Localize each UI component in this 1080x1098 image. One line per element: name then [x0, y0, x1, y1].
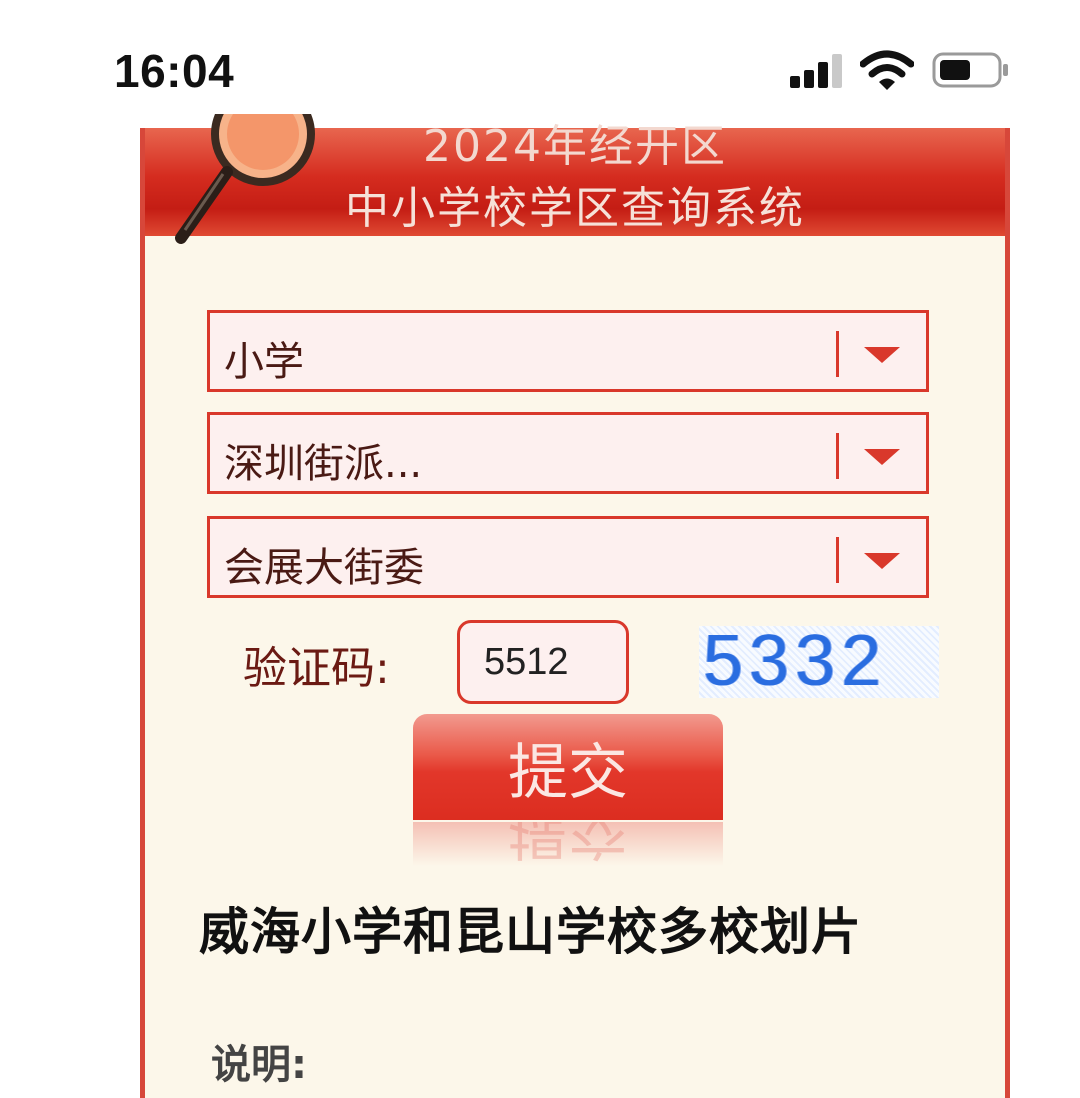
select-divider — [836, 331, 839, 377]
captcha-image-text: 5332 — [703, 621, 888, 701]
submit-button[interactable]: 提交 — [413, 714, 723, 820]
submit-reflection-text: 提交 — [508, 822, 628, 865]
street-select[interactable]: 深圳街派... — [207, 412, 929, 494]
query-card: 2024年经开区 中小学校学区查询系统 小学 深圳街派... 会展大街委 验证码… — [140, 114, 1010, 1098]
note-label: 说明: — [211, 1042, 307, 1088]
street-value: 深圳街派... — [224, 441, 423, 487]
select-divider — [836, 537, 839, 583]
captcha-input[interactable] — [457, 620, 629, 704]
community-value: 会展大街委 — [224, 545, 424, 591]
captcha-image[interactable]: 5332 — [699, 621, 939, 701]
community-select[interactable]: 会展大街委 — [207, 516, 929, 598]
dropdown-arrow-icon[interactable] — [864, 347, 900, 363]
magnifier-icon — [175, 114, 315, 244]
dropdown-arrow-icon[interactable] — [864, 553, 900, 569]
submit-button-reflection: 提交 — [413, 822, 723, 866]
school-type-value: 小学 — [224, 339, 304, 385]
wifi-icon — [860, 50, 914, 90]
battery-icon — [932, 52, 1008, 88]
school-type-select[interactable]: 小学 — [207, 310, 929, 392]
dropdown-arrow-icon[interactable] — [864, 449, 900, 465]
status-time: 16:04 — [114, 45, 235, 97]
select-divider — [836, 433, 839, 479]
system-banner: 2024年经开区 中小学校学区查询系统 — [145, 114, 1005, 244]
captcha-label: 验证码: — [243, 643, 390, 694]
result-text: 威海小学和昆山学校多校划片 — [199, 903, 862, 961]
cellular-signal-icon — [790, 54, 844, 88]
